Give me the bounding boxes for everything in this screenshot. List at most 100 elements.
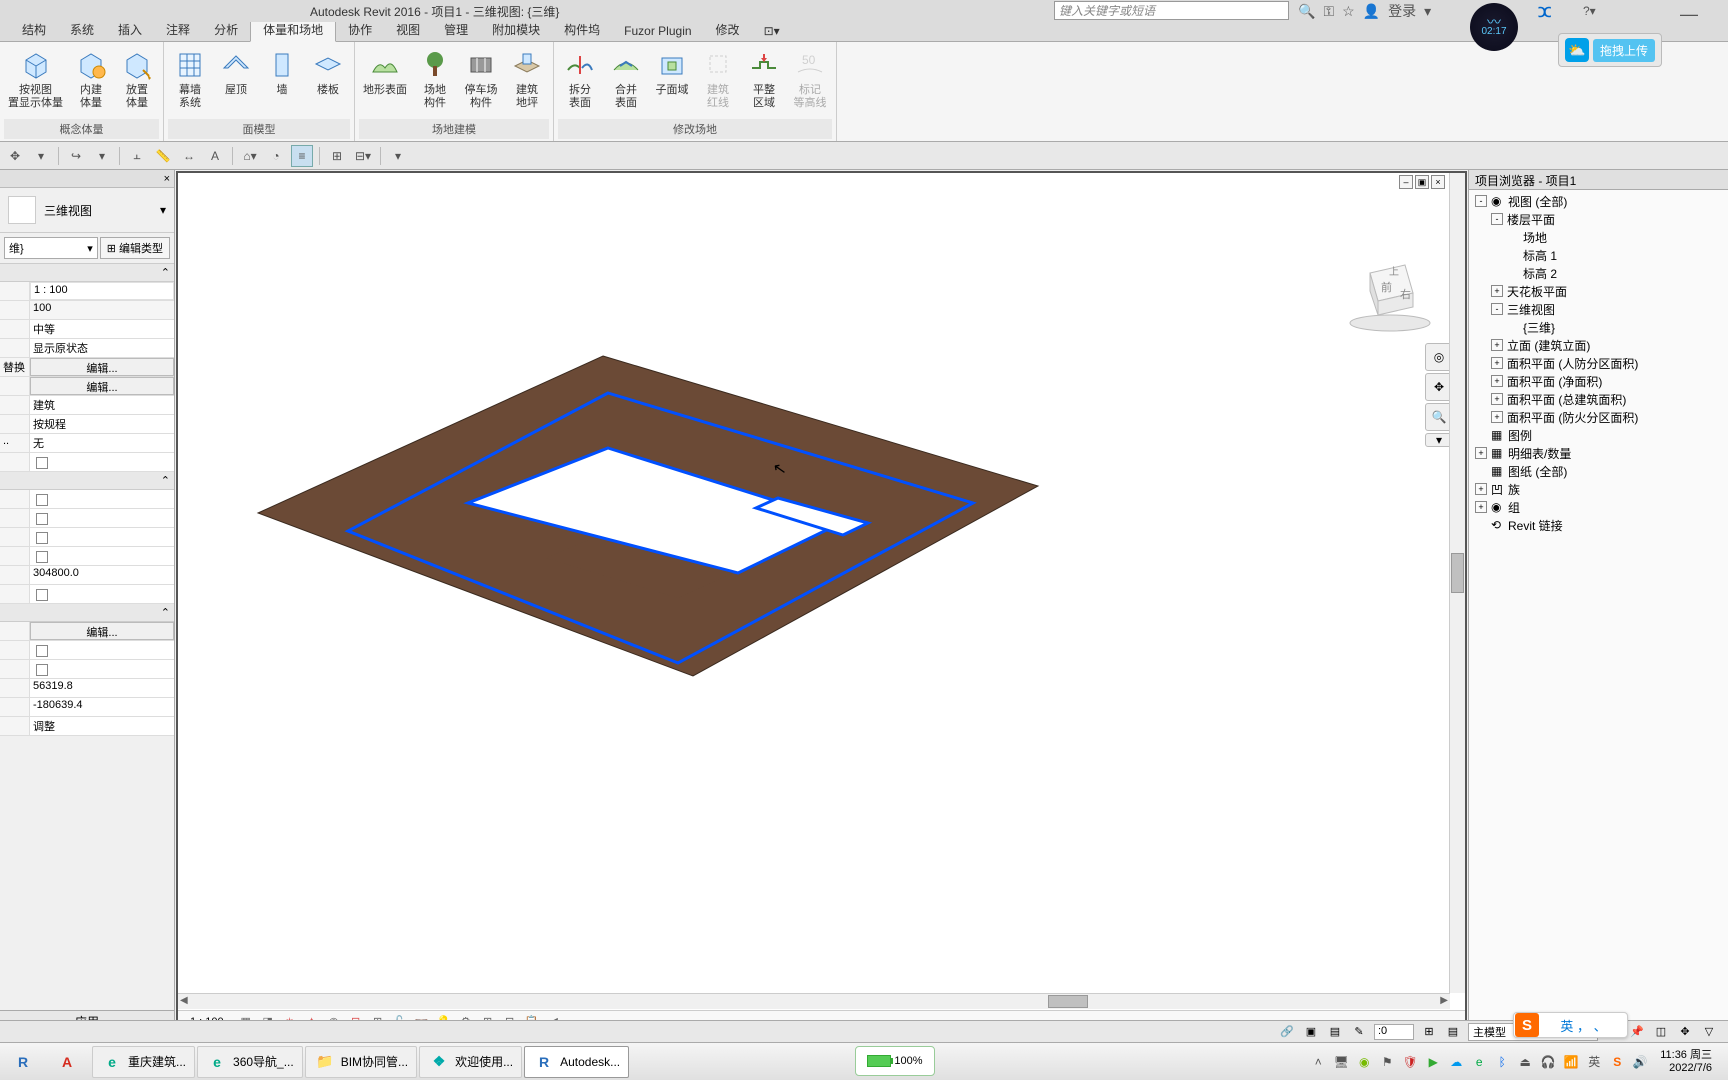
pin-icon[interactable]: 📌 bbox=[1628, 1023, 1646, 1041]
property-value[interactable]: 调整 bbox=[30, 717, 174, 735]
minimize-button[interactable]: — bbox=[1680, 4, 1698, 25]
tree-item[interactable]: +面积平面 (人防分区面积) bbox=[1471, 354, 1726, 372]
tree-item[interactable]: ▦图例 bbox=[1471, 426, 1726, 444]
help-icon[interactable]: ?▾ bbox=[1583, 4, 1596, 18]
tree-item[interactable]: ⟲Revit 链接 bbox=[1471, 516, 1726, 534]
bluetooth-icon[interactable]: ᛒ bbox=[1493, 1053, 1511, 1071]
face-icon[interactable]: ◫ bbox=[1652, 1023, 1670, 1041]
tree-toggle-icon[interactable]: + bbox=[1491, 339, 1503, 351]
taskbar-app[interactable]: 📁BIM协同管... bbox=[305, 1046, 417, 1078]
ribbon-button[interactable]: 按视图 置显示体量 bbox=[4, 44, 67, 119]
ribbon-button[interactable]: 内建 体量 bbox=[69, 44, 113, 119]
checkbox[interactable] bbox=[36, 494, 48, 506]
tree-toggle-icon[interactable]: - bbox=[1491, 303, 1503, 315]
tree-item[interactable]: 标高 2 bbox=[1471, 264, 1726, 282]
tree-item[interactable]: +立面 (建筑立面) bbox=[1471, 336, 1726, 354]
ribbon-button[interactable]: 墙 bbox=[260, 44, 304, 119]
sogou-s-icon[interactable]: S bbox=[1608, 1053, 1626, 1071]
tree-item[interactable]: +▦明细表/数量 bbox=[1471, 444, 1726, 462]
tree-toggle-icon[interactable]: + bbox=[1475, 483, 1487, 495]
tree-toggle-icon[interactable]: + bbox=[1491, 375, 1503, 387]
property-value[interactable] bbox=[30, 547, 174, 565]
nvidia-icon[interactable]: ◉ bbox=[1355, 1053, 1373, 1071]
tree-toggle-icon[interactable]: - bbox=[1475, 195, 1487, 207]
play-icon[interactable]: ▶ bbox=[1424, 1053, 1442, 1071]
select-icon[interactable]: ▣ bbox=[1302, 1023, 1320, 1041]
property-value[interactable] bbox=[30, 509, 174, 527]
tree-toggle-icon[interactable]: + bbox=[1491, 357, 1503, 369]
horizontal-scrollbar[interactable]: ◀ ▶ bbox=[178, 993, 1450, 1009]
restore-icon[interactable]: ▣ bbox=[1415, 175, 1429, 189]
globe-icon[interactable]: e bbox=[1470, 1053, 1488, 1071]
property-value[interactable]: 编辑... bbox=[30, 358, 174, 376]
drag-icon[interactable]: ✥ bbox=[1676, 1023, 1694, 1041]
taskbar-app[interactable]: e360导航_... bbox=[197, 1046, 303, 1078]
ime-indicator[interactable]: S 英 ， 、 bbox=[1513, 1012, 1628, 1038]
property-value[interactable] bbox=[30, 641, 174, 659]
tree-toggle-icon[interactable]: + bbox=[1491, 393, 1503, 405]
customize-icon[interactable]: ▾ bbox=[387, 145, 409, 167]
tree-toggle-icon[interactable]: - bbox=[1491, 213, 1503, 225]
property-value[interactable]: 56319.8 bbox=[30, 679, 174, 697]
binoculars-icon[interactable]: 🔍 bbox=[1298, 3, 1315, 20]
up-icon[interactable]: ˄ bbox=[1309, 1053, 1327, 1071]
ribbon-tab[interactable]: Fuzor Plugin bbox=[612, 21, 703, 41]
chevron-down-icon[interactable]: ▾ bbox=[160, 203, 166, 217]
property-value[interactable] bbox=[30, 585, 174, 603]
property-value[interactable]: 建筑 bbox=[30, 396, 174, 414]
section-toggle[interactable]: ⌃ bbox=[0, 472, 174, 490]
tree-item[interactable]: -三维视图 bbox=[1471, 300, 1726, 318]
tree-item[interactable]: +◉组 bbox=[1471, 498, 1726, 516]
dropdown-icon[interactable]: ▾ bbox=[1424, 3, 1431, 20]
section-toggle[interactable]: ⌃ bbox=[0, 264, 174, 282]
taskbar-app[interactable]: ❖欢迎使用... bbox=[419, 1046, 522, 1078]
section-icon[interactable]: ◔ bbox=[265, 145, 287, 167]
tree-item[interactable]: -◉视图 (全部) bbox=[1471, 192, 1726, 210]
checkbox[interactable] bbox=[36, 457, 48, 469]
switch-window-icon[interactable]: ⊟▾ bbox=[352, 145, 374, 167]
family-dropdown[interactable]: 维}▾ bbox=[4, 237, 98, 259]
property-value[interactable]: 1 : 100 bbox=[30, 282, 174, 300]
properties-close-button[interactable]: × bbox=[0, 170, 174, 188]
shield-icon[interactable]: 🛡 bbox=[1401, 1053, 1419, 1071]
modify-icon[interactable]: ✥ bbox=[4, 145, 26, 167]
ribbon-button[interactable]: 平整 区域 bbox=[742, 44, 786, 119]
tree-item[interactable]: -楼层平面 bbox=[1471, 210, 1726, 228]
list-icon[interactable]: ▤ bbox=[1444, 1023, 1462, 1041]
property-value[interactable]: 304800.0 bbox=[30, 566, 174, 584]
search-input[interactable]: 键入关键字或短语 bbox=[1054, 1, 1289, 20]
ribbon-button[interactable]: 子面域 bbox=[650, 44, 694, 119]
flag-icon[interactable]: ⚑ bbox=[1378, 1053, 1396, 1071]
headphone-icon[interactable]: 🎧 bbox=[1539, 1053, 1557, 1071]
checkbox[interactable] bbox=[36, 589, 48, 601]
taskbar-app[interactable]: RAutodesk... bbox=[524, 1046, 629, 1078]
filter2-icon[interactable]: ⊞ bbox=[1420, 1023, 1438, 1041]
taskbar-app[interactable]: A bbox=[48, 1046, 90, 1078]
tree-item[interactable]: 标高 1 bbox=[1471, 246, 1726, 264]
checkbox[interactable] bbox=[36, 532, 48, 544]
tree-toggle-icon[interactable]: + bbox=[1475, 447, 1487, 459]
scroll-right-icon[interactable]: ▶ bbox=[1440, 995, 1448, 1006]
align-icon[interactable]: ⫠ bbox=[126, 145, 148, 167]
dimension-icon[interactable]: ↔ bbox=[178, 145, 200, 167]
tree-item[interactable]: ▦图纸 (全部) bbox=[1471, 462, 1726, 480]
ribbon-button[interactable]: 放置 体量 bbox=[115, 44, 159, 119]
ribbon-button[interactable]: 幕墙 系统 bbox=[168, 44, 212, 119]
exchange-icon[interactable]: ⵋ bbox=[1538, 4, 1551, 21]
checkbox[interactable] bbox=[36, 513, 48, 525]
property-value[interactable]: 中等 bbox=[30, 320, 174, 338]
measure-icon[interactable]: 📏 bbox=[152, 145, 174, 167]
selection-count[interactable]: :0 bbox=[1374, 1024, 1414, 1040]
tree-toggle-icon[interactable]: + bbox=[1475, 501, 1487, 513]
minimize-icon[interactable]: – bbox=[1399, 175, 1413, 189]
user-icon[interactable]: 👤 bbox=[1363, 3, 1380, 20]
property-value[interactable] bbox=[30, 660, 174, 678]
ribbon-collapse-icon[interactable]: ⊡▾ bbox=[752, 21, 792, 41]
dropdown-icon[interactable]: ▾ bbox=[30, 145, 52, 167]
dropdown-icon[interactable]: ▾ bbox=[91, 145, 113, 167]
property-value[interactable] bbox=[30, 490, 174, 508]
tree-toggle-icon[interactable]: + bbox=[1491, 411, 1503, 423]
cloud-icon[interactable]: ☁ bbox=[1447, 1053, 1465, 1071]
close-icon[interactable]: × bbox=[1431, 175, 1445, 189]
default3d-icon[interactable]: ⌂▾ bbox=[239, 145, 261, 167]
